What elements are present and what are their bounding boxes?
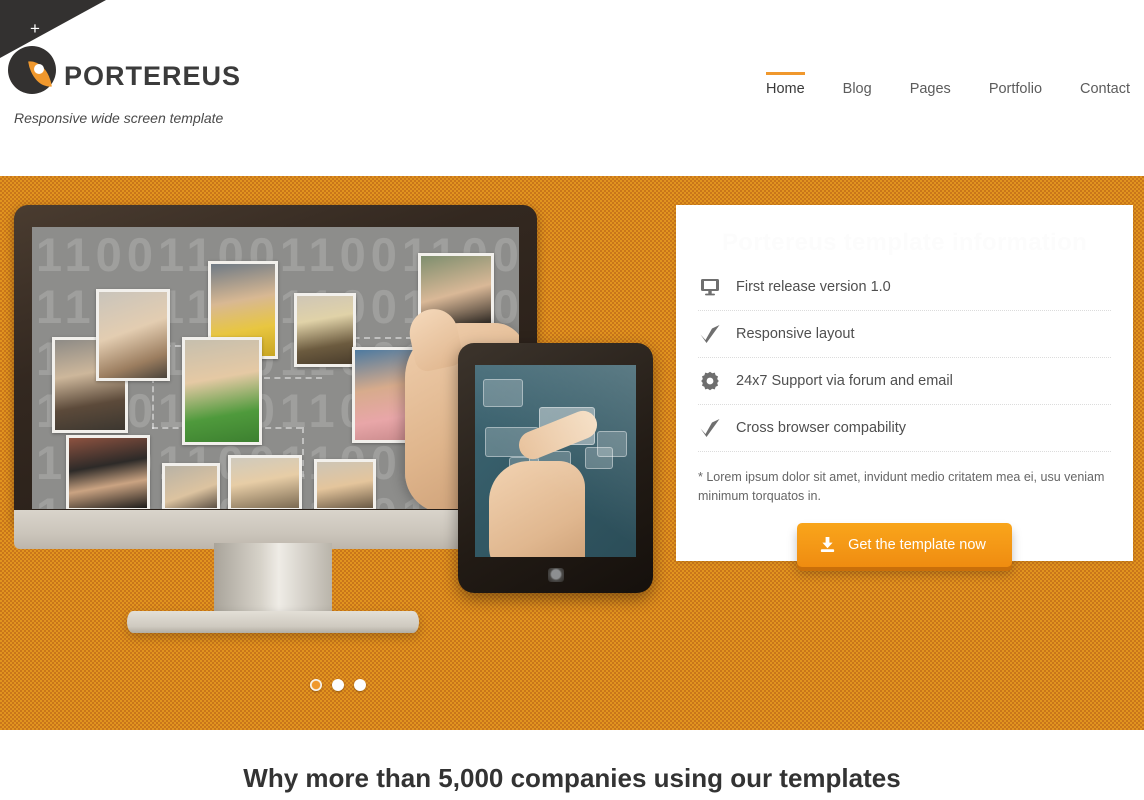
main-navigation: Home Blog Pages Portfolio Contact [747, 72, 1130, 101]
collage-photo [314, 459, 376, 509]
tablet-home-button [547, 568, 564, 582]
gear-icon [698, 369, 722, 393]
corner-ribbon[interactable] [0, 0, 106, 58]
template-info-panel: Portereus template information First rel… [676, 205, 1133, 567]
page-root: + PORTEREUS Responsive wide screen templ… [0, 0, 1144, 800]
site-tagline: Responsive wide screen template [14, 110, 224, 126]
feature-item: 24x7 Support via forum and email [698, 358, 1111, 405]
collage-photo [96, 289, 170, 381]
tablet-screen [475, 365, 636, 557]
cta-container: Get the template now [676, 523, 1133, 567]
feature-label: Responsive layout [736, 326, 855, 342]
nav-item-portfolio[interactable]: Portfolio [970, 75, 1061, 101]
slider-pagination [310, 679, 366, 691]
brand-name: PORTEREUS [64, 60, 242, 91]
download-icon [819, 536, 836, 553]
check-icon [698, 416, 722, 440]
site-header: + PORTEREUS Responsive wide screen templ… [0, 0, 1144, 176]
features-intro-section: Why more than 5,000 companies using our … [0, 730, 1144, 800]
panel-title: Portereus template information [721, 229, 1088, 256]
feature-label: First release version 1.0 [736, 279, 891, 295]
monitor-icon [698, 275, 722, 299]
slider-dot-3[interactable] [354, 679, 366, 691]
feature-item: Responsive layout [698, 311, 1111, 358]
get-template-label: Get the template now [848, 536, 986, 553]
feature-label: Cross browser compability [736, 420, 907, 436]
plus-icon[interactable]: + [30, 20, 40, 37]
collage-photo [294, 293, 356, 367]
monitor-screen: 1100110011001100110011001100 11001100110… [32, 227, 519, 509]
panel-note: * Lorem ipsum dolor sit amet, invidunt m… [698, 470, 1105, 503]
collage-photo [228, 455, 302, 509]
collage-photo [162, 463, 220, 509]
feature-label: 24x7 Support via forum and email [736, 373, 953, 389]
site-logo[interactable]: PORTEREUS [8, 46, 242, 98]
hero-section: 1100110011001100110011001100 11001100110… [0, 176, 1144, 730]
nav-item-home[interactable]: Home [747, 72, 824, 101]
get-template-button[interactable]: Get the template now [797, 523, 1012, 567]
touching-hand [489, 461, 585, 557]
logo-mark-icon [8, 46, 56, 98]
collage-photo [66, 435, 150, 509]
feature-item: First release version 1.0 [698, 264, 1111, 311]
ui-tile [483, 379, 523, 407]
feature-list: First release version 1.0 Responsive lay… [698, 264, 1111, 452]
monitor-stand-base [127, 611, 419, 633]
nav-item-blog[interactable]: Blog [824, 75, 891, 101]
collage-photo [182, 337, 262, 445]
logo-dot-shape [34, 64, 44, 74]
tablet-device-image [458, 343, 653, 593]
slider-dot-2[interactable] [332, 679, 344, 691]
nav-item-contact[interactable]: Contact [1061, 75, 1130, 101]
nav-item-pages[interactable]: Pages [891, 75, 970, 101]
slider-dot-1[interactable] [310, 679, 322, 691]
section-heading: Why more than 5,000 companies using our … [243, 763, 901, 793]
ui-tile [585, 447, 613, 469]
hero-device-illustration: 1100110011001100110011001100 11001100110… [14, 205, 674, 680]
feature-item: Cross browser compability [698, 405, 1111, 452]
check-icon [698, 322, 722, 346]
